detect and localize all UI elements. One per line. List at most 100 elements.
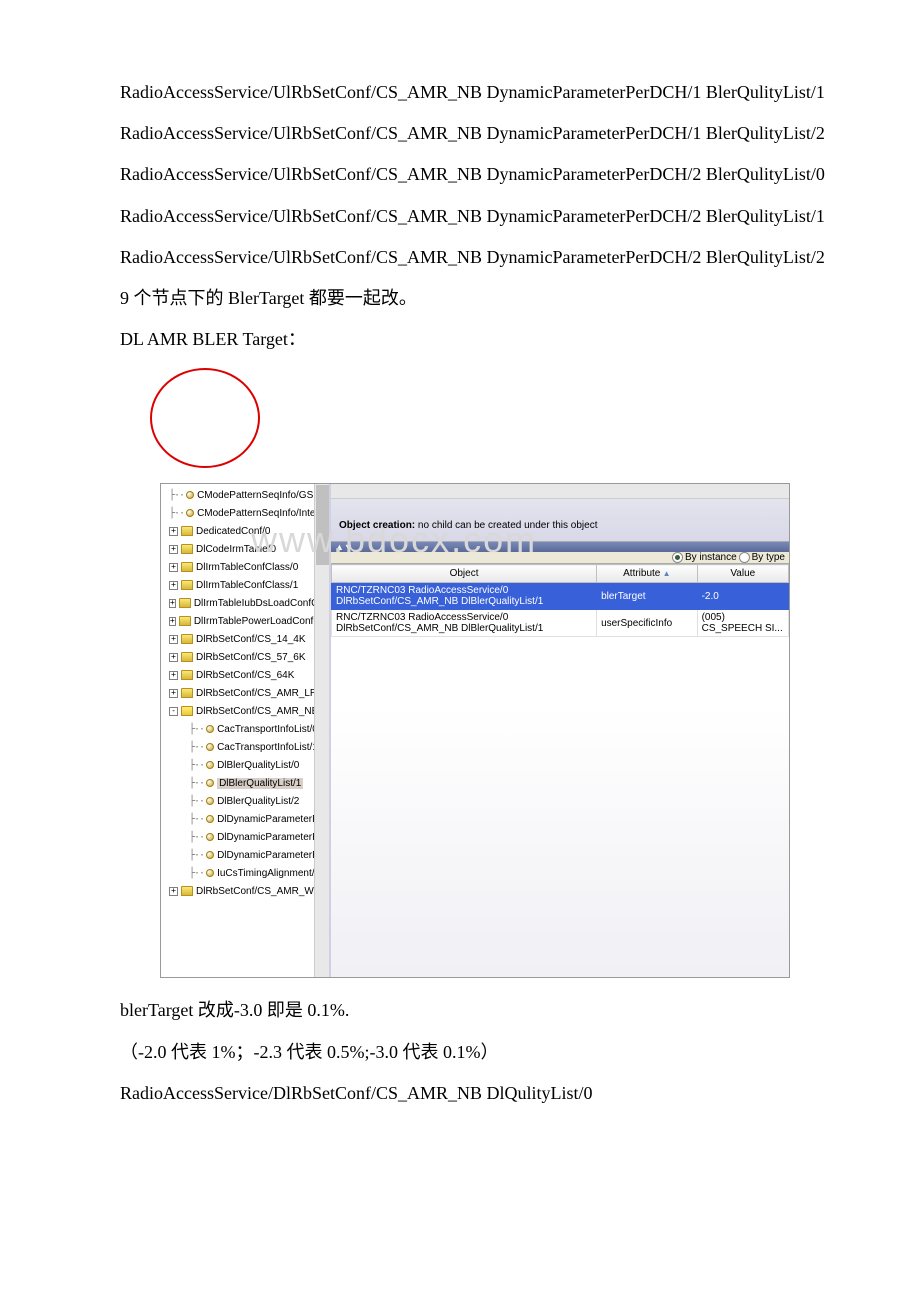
node-icon [206, 725, 214, 733]
node-icon [206, 869, 214, 877]
note-text: 9 个节点下的 BlerTarget 都要一起改。 [80, 286, 860, 311]
tree-panel: ├·· CModePatternSeqInfo/GSMRSSIMe ├··CMode… [161, 484, 331, 977]
table-row[interactable]: RNC/TZRNC03 RadioAccessService/0 DlRbSet… [332, 610, 789, 637]
node-icon [206, 851, 214, 859]
node-icon [206, 761, 214, 769]
radio-label: By instance [685, 552, 737, 563]
tree-expander-icon[interactable]: + [169, 671, 178, 680]
tree-item[interactable]: ├··CacTransportInfoList/1 [161, 738, 329, 756]
tree-line-icon: ├·· [189, 832, 204, 843]
node-icon [206, 833, 214, 841]
object-creation-label: Object creation: no child can be created… [339, 520, 597, 531]
tree-item[interactable]: +DlRbSetConf/CS_AMR_LR [161, 684, 329, 702]
tree-item[interactable]: ├·· DlBlerQualityList/1 [161, 774, 329, 792]
tree-item[interactable]: + DlRbSetConf/CS_64K [161, 666, 329, 684]
tree-label: DlIrmTablePowerLoadConfClass/0 [194, 616, 331, 627]
tree-expander-icon[interactable]: + [169, 635, 178, 644]
tree-line-icon: ├·· [189, 850, 204, 861]
tree-item[interactable]: +DlIrmTableConfClass/0 [161, 558, 329, 576]
column-header-value[interactable]: Value [697, 565, 788, 583]
tree-label: DlIrmTableConfClass/1 [196, 580, 298, 591]
details-panel: www.bdocx.com Object creation: no child … [331, 484, 789, 977]
tree-expander-icon[interactable]: + [169, 545, 178, 554]
tree-item[interactable]: + DlIrmTableConfClass/1 [161, 576, 329, 594]
tree-item[interactable]: + DlRbSetConf/CS_57_6K [161, 648, 329, 666]
tree-label: DlBlerQualityList/0 [217, 760, 299, 771]
radio-label: By type [752, 552, 785, 563]
filter-bar: By instance By type [331, 552, 789, 564]
tree-item[interactable]: ├·· DlBlerQualityList/0 [161, 756, 329, 774]
tree-expander-icon[interactable]: + [169, 617, 176, 626]
note-text: （-2.0 代表 1%；-2.3 代表 0.5%;-3.0 代表 0.1%） [80, 1040, 860, 1065]
folder-icon [179, 598, 191, 608]
tree-label: CModePatternSeqInfo/GSMRSSIMe [197, 490, 331, 501]
folder-icon [179, 616, 191, 626]
tree-expander-icon[interactable]: + [169, 689, 178, 698]
horizontal-scrollbar[interactable] [331, 484, 789, 499]
tree-item[interactable]: + DlIrmTablePowerLoadConfClass/0 [161, 612, 329, 630]
tree-line-icon: ├·· [189, 760, 204, 771]
folder-icon [181, 652, 193, 662]
table-row[interactable]: RNC/TZRNC03 RadioAccessService/0 DlRbSet… [332, 583, 789, 610]
path-text: RadioAccessService/UlRbSetConf/CS_AMR_NB… [80, 121, 860, 146]
tree-label: DlIrmTableIubDsLoadConfClass/0 [194, 598, 331, 609]
tree-item[interactable]: ├··DlDynamicParameterPerDch/1 [161, 828, 329, 846]
node-icon [186, 491, 194, 499]
tree-item[interactable]: + DedicatedConf/0 [161, 522, 329, 540]
tree-label: DlBlerQualityList/1 [217, 778, 303, 789]
folder-icon [181, 580, 193, 590]
tree-scrollbar[interactable] [314, 484, 329, 977]
folder-icon [181, 688, 193, 698]
tree-item[interactable]: ├··CacTransportInfoList/0 [161, 720, 329, 738]
tree-label: DlRbSetConf/CS_14_4K [196, 634, 306, 645]
tree-item[interactable]: + DlRbSetConf/CS_14_4K [161, 630, 329, 648]
tree-line-icon: ├·· [189, 778, 204, 789]
node-icon [206, 797, 214, 805]
tree-line-icon: ├·· [189, 724, 204, 735]
column-header-attribute[interactable]: Attribute [597, 565, 698, 583]
tree-expander-icon[interactable]: + [169, 599, 176, 608]
attribute-table: Object Attribute Value RNC/TZRNC03 Radio… [331, 564, 789, 977]
tree-expander-icon[interactable]: - [169, 707, 178, 716]
tree-item[interactable]: ├··DlDynamicParameterPerDch/0 [161, 810, 329, 828]
node-icon [206, 743, 214, 751]
tree-item[interactable]: + DlCodeIrmTable/0 [161, 540, 329, 558]
folder-icon [181, 634, 193, 644]
cell-object: RNC/TZRNC03 RadioAccessService/0 DlRbSet… [332, 583, 597, 610]
folder-icon [181, 544, 193, 554]
tree-label: DlRbSetConf/CS_AMR_NB [196, 706, 318, 717]
tree-item[interactable]: ├·· CModePatternSeqInfo/GSMRSSIMe [161, 486, 329, 504]
tree-label: DlRbSetConf/CS_64K [196, 670, 294, 681]
tree-line-icon: ├·· [189, 742, 204, 753]
cell-value: -2.0 [697, 583, 788, 610]
tree-line-icon: ├·· [189, 796, 204, 807]
tree-expander-icon[interactable]: + [169, 887, 178, 896]
tree-label: DlRbSetConf/CS_57_6K [196, 652, 306, 663]
tree-label: DlCodeIrmTable/0 [196, 544, 276, 555]
object-info-area: www.bdocx.com Object creation: no child … [331, 484, 789, 542]
tree-expander-icon[interactable]: + [169, 581, 178, 590]
tree-item[interactable]: + DlRbSetConf/CS_AMR_WB [161, 882, 329, 900]
node-icon [206, 815, 214, 823]
app-screenshot: ├·· CModePatternSeqInfo/GSMRSSIMe ├··CMode… [160, 483, 790, 978]
tree-item[interactable]: ├··IuCsTimingAlignment/0 [161, 864, 329, 882]
tree-item[interactable]: + DlIrmTableIubDsLoadConfClass/0 [161, 594, 329, 612]
tree-item[interactable]: - DlRbSetConf/CS_AMR_NB [161, 702, 329, 720]
tree-expander-icon[interactable]: + [169, 527, 178, 536]
tree-item[interactable]: ├·· DlBlerQualityList/2 [161, 792, 329, 810]
tree-item[interactable]: ├··CModePatternSeqInfo/InterFrequen [161, 504, 329, 522]
column-header-object[interactable]: Object [332, 565, 597, 583]
tree-line-icon: ├·· [169, 490, 184, 501]
sort-bar[interactable]: ▲▼ [331, 542, 789, 552]
tree-expander-icon[interactable]: + [169, 653, 178, 662]
cell-attribute: blerTarget [597, 583, 698, 610]
tree-expander-icon[interactable]: + [169, 563, 178, 572]
tree-label: DedicatedConf/0 [196, 526, 271, 537]
tree-label: DlRbSetConf/CS_AMR_WB [196, 886, 320, 897]
radio-by-type[interactable] [739, 552, 750, 563]
tree-label: DlBlerQualityList/2 [217, 796, 299, 807]
tree-item[interactable]: ├··DlDynamicParameterPerDch/2 [161, 846, 329, 864]
path-text: RadioAccessService/UlRbSetConf/CS_AMR_NB… [80, 204, 860, 229]
radio-by-instance[interactable] [672, 552, 683, 563]
path-text: RadioAccessService/UlRbSetConf/CS_AMR_NB… [80, 162, 860, 187]
